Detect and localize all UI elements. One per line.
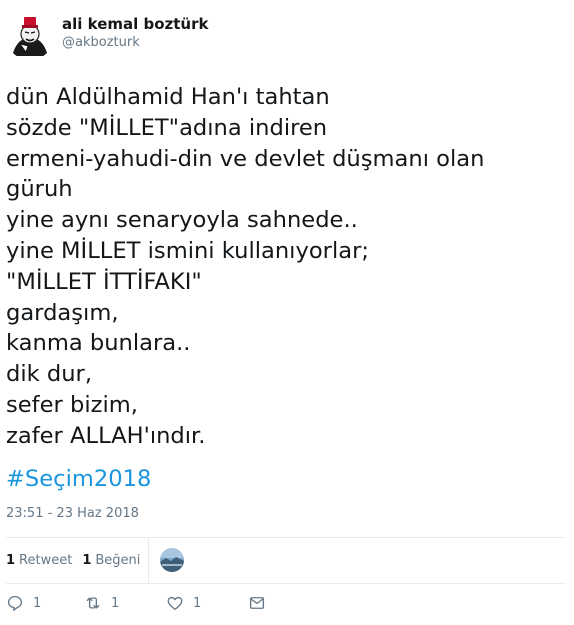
liker-avatar[interactable] [160,548,185,572]
avatar[interactable] [6,12,54,60]
retweet-count: 1 [111,595,120,611]
likes-label: Beğeni [95,552,141,568]
stats-separator [148,537,150,583]
retweets-stat[interactable]: 1 Retweet [6,553,72,568]
reply-button[interactable]: 1 [6,594,84,612]
hashtag-link[interactable]: #Seçim2018 [6,465,151,493]
like-button[interactable]: 1 [166,594,248,612]
reply-icon [7,595,23,611]
tweet-timestamp[interactable]: 23:51 - 23 Haz 2018 [6,506,139,521]
direct-message-icon [249,597,265,609]
tweet-stats: 1 Retweet 1 Beğeni [6,537,185,583]
retweet-icon [86,597,100,609]
likes-count: 1 [82,552,92,568]
retweet-button[interactable]: 1 [84,594,166,612]
like-icon [167,596,183,611]
like-count: 1 [193,595,202,611]
divider [6,583,566,584]
likes-stat[interactable]: 1 Beğeni [82,553,140,568]
reply-count: 1 [33,595,42,611]
display-name[interactable]: ali kemal boztürk [62,14,208,34]
user-handle[interactable]: @akbozturk [62,34,208,52]
tweet-text: dün Aldülhamid Han'ı tahtan sözde "MİLLE… [6,84,485,449]
retweets-count: 1 [6,552,16,568]
tweet-actions: 1 1 1 [6,594,266,612]
tweet-header: ali kemal boztürk @akbozturk [6,10,208,62]
direct-message-button[interactable] [248,594,266,612]
retweets-label: Retweet [19,552,73,568]
